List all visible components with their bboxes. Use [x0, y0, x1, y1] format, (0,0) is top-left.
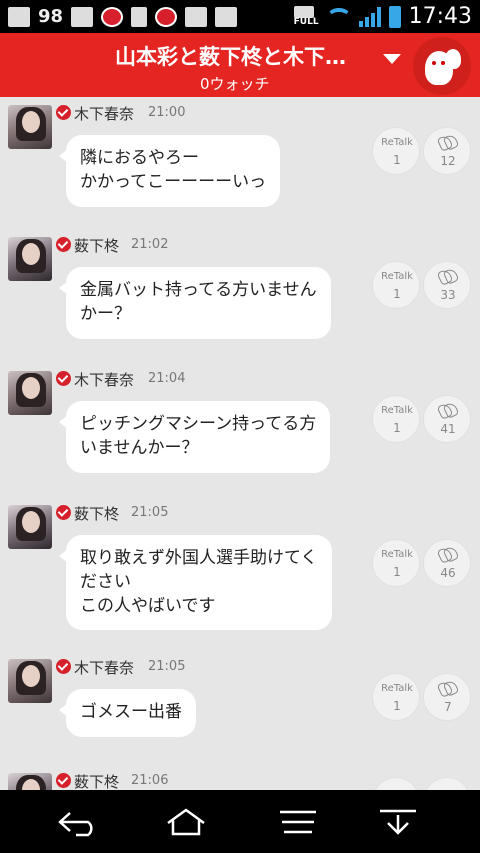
status-bar: 98 FULL 17:43 — [0, 0, 480, 33]
verified-icon — [56, 659, 71, 674]
clap-icon — [436, 133, 460, 152]
app-header: 山本彩と薮下柊と木下… 0ウォッチ — [0, 33, 480, 97]
timestamp: 21:02 — [131, 237, 169, 252]
nav-bar — [0, 790, 480, 853]
trend-micro-icon — [155, 6, 178, 27]
retalk-label: ReTalk — [381, 405, 413, 416]
verified-icon — [56, 105, 71, 120]
retalk-button[interactable]: ReTalk 1 — [372, 539, 420, 587]
verified-icon — [56, 505, 71, 520]
sender-name: 木下春奈 — [74, 659, 135, 677]
timestamp: 21:06 — [131, 773, 169, 788]
dropdown-arrow-icon[interactable] — [383, 54, 401, 64]
clap-count: 41 — [440, 422, 456, 436]
clap-count: 33 — [440, 288, 456, 302]
verified-icon — [56, 773, 71, 788]
phone-icon — [131, 6, 148, 27]
clap-count: 12 — [440, 154, 456, 168]
clap-count: 7 — [444, 700, 452, 714]
sender-name: 木下春奈 — [74, 371, 135, 389]
e-app-icon — [71, 6, 94, 27]
download-icon — [380, 809, 416, 835]
sender-name: 薮下柊 — [74, 237, 120, 255]
clap-icon — [436, 545, 460, 564]
avatar[interactable] — [8, 105, 52, 149]
clap-button[interactable]: 41 — [423, 395, 471, 443]
retalk-count: 1 — [393, 153, 401, 167]
wifi-icon — [326, 7, 351, 26]
retalk-button[interactable]: ReTalk 1 — [372, 673, 420, 721]
status-notifications: 98 — [8, 4, 238, 29]
sender-name: 薮下柊 — [74, 773, 120, 790]
clap-count: 46 — [440, 566, 456, 580]
menu-button[interactable] — [258, 790, 338, 853]
verified-icon — [56, 237, 71, 252]
timestamp: 21:00 — [148, 105, 186, 120]
avatar[interactable] — [8, 371, 52, 415]
clipboard-icon — [215, 6, 238, 27]
retalk-count: 1 — [393, 287, 401, 301]
retalk-button[interactable] — [372, 777, 420, 790]
avatar[interactable] — [8, 505, 52, 549]
battery-icon — [388, 5, 401, 28]
timestamp: 21:05 — [131, 505, 169, 520]
clap-button[interactable]: 46 — [423, 539, 471, 587]
retalk-button[interactable]: ReTalk 1 — [372, 261, 420, 309]
notification-count: 98 — [38, 6, 64, 27]
clap-button[interactable]: 33 — [423, 261, 471, 309]
retalk-count: 1 — [393, 421, 401, 435]
home-icon — [167, 807, 205, 835]
message-list[interactable]: 木下春奈 21:00 隣におるやろー かかってこーーーーいっ ReTalk 1 … — [0, 97, 480, 790]
clap-button[interactable] — [423, 777, 471, 790]
message-bubble[interactable]: 取り敢えず外国人選手助けてく ださい この人やばいです — [59, 535, 332, 631]
retalk-label: ReTalk — [381, 137, 413, 148]
download-button[interactable] — [358, 790, 438, 853]
gmail-icon — [8, 6, 30, 27]
retalk-label: ReTalk — [381, 549, 413, 560]
clap-button[interactable]: 12 — [423, 127, 471, 175]
clap-icon — [436, 267, 460, 286]
status-system: FULL 17:43 — [293, 4, 472, 29]
timestamp: 21:04 — [148, 371, 186, 386]
retalk-count: 1 — [393, 565, 401, 579]
timestamp: 21:05 — [148, 659, 186, 674]
clap-icon — [436, 679, 460, 698]
briefcase-icon — [185, 6, 208, 27]
clap-icon — [436, 401, 460, 420]
chat-title[interactable]: 山本彩と薮下柊と木下… — [115, 41, 375, 71]
back-icon — [58, 811, 93, 836]
full-indicator: FULL — [293, 6, 319, 27]
clock: 17:43 — [408, 4, 472, 29]
sender-name: 木下春奈 — [74, 105, 135, 123]
full-label: FULL — [293, 17, 319, 27]
watch-count: 0ウォッチ — [200, 75, 270, 93]
back-button[interactable] — [38, 790, 118, 853]
ghost-avatar-icon[interactable] — [413, 37, 471, 95]
retalk-button[interactable]: ReTalk 1 — [372, 127, 420, 175]
message-bubble[interactable]: ゴメスー出番 — [59, 689, 196, 737]
retalk-button[interactable]: ReTalk 1 — [372, 395, 420, 443]
retalk-label: ReTalk — [381, 271, 413, 282]
avatar[interactable] — [8, 773, 52, 790]
retalk-count: 1 — [393, 699, 401, 713]
clap-button[interactable]: 7 — [423, 673, 471, 721]
home-button[interactable] — [146, 790, 226, 853]
message-bubble[interactable]: 隣におるやろー かかってこーーーーいっ — [58, 135, 281, 207]
signal-icon — [358, 6, 381, 27]
avatar[interactable] — [8, 659, 52, 703]
search-app-icon — [101, 6, 124, 27]
retalk-label: ReTalk — [381, 683, 413, 694]
sender-name: 薮下柊 — [74, 505, 120, 523]
message-bubble[interactable]: ピッチングマシーン持ってる方 いませんかー？ — [58, 401, 331, 473]
verified-icon — [56, 371, 71, 386]
avatar[interactable] — [8, 237, 52, 281]
message-bubble[interactable]: 金属バット持ってる方いません かー？ — [59, 267, 331, 339]
menu-icon — [280, 810, 316, 833]
